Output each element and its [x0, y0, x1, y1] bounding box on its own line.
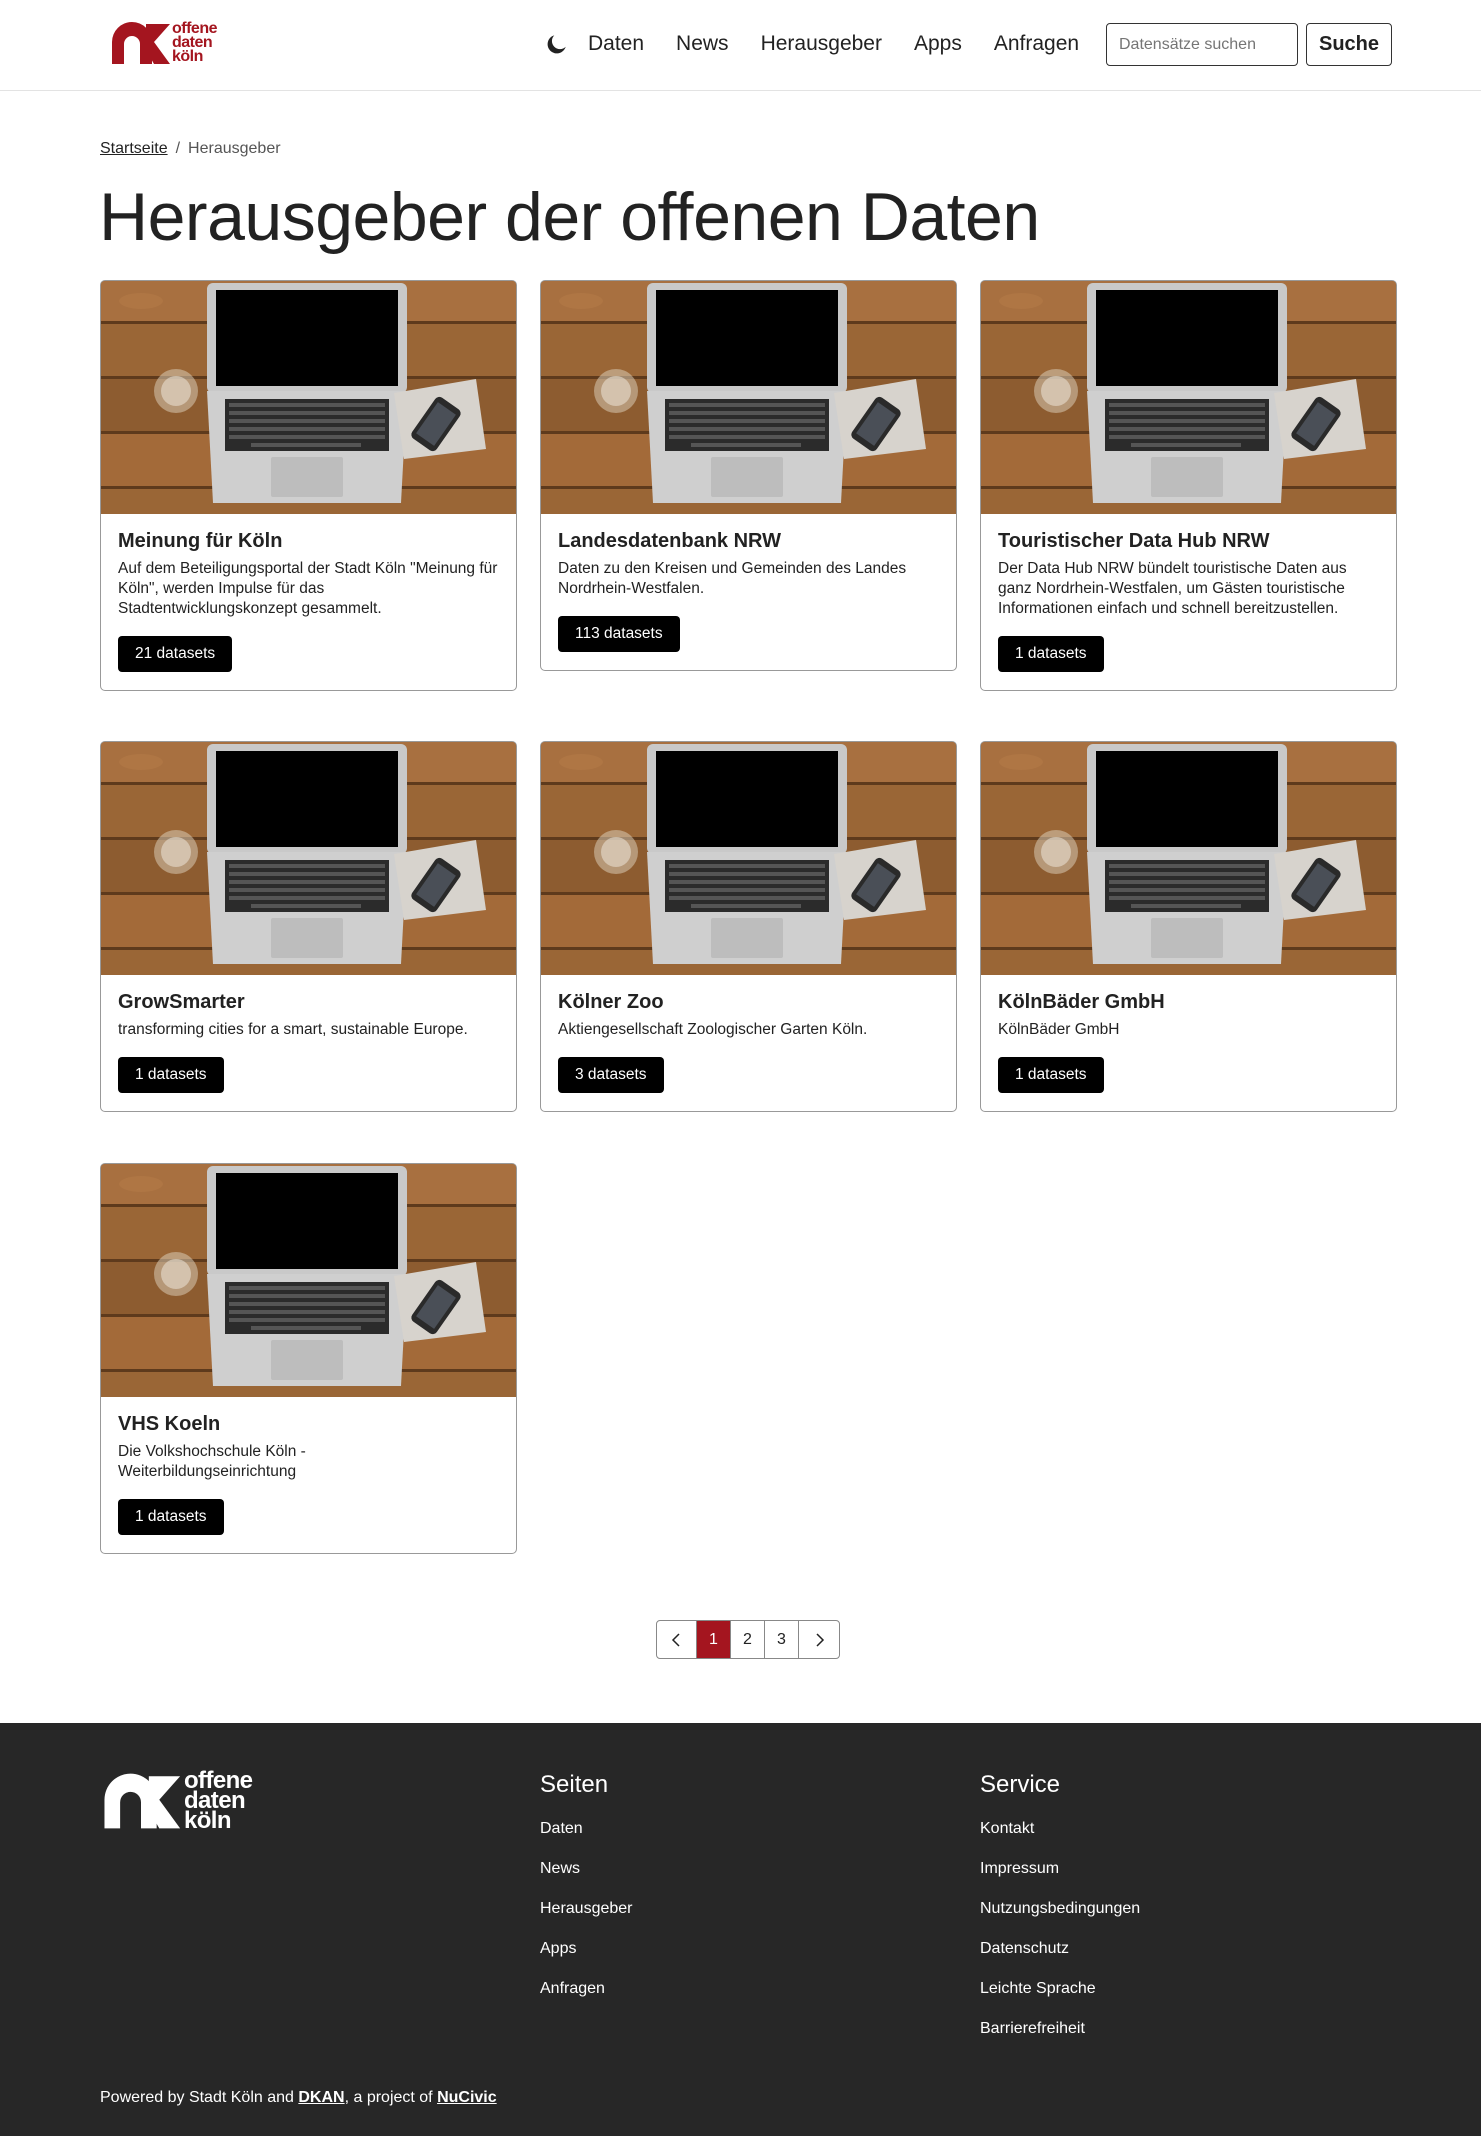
footer-link-datenschutz[interactable]: Datenschutz — [980, 1939, 1140, 1959]
card-image — [101, 1164, 516, 1397]
publisher-card-meinung[interactable]: Meinung für Köln Auf dem Beteiligungspor… — [100, 280, 517, 691]
card-image — [101, 742, 516, 975]
datasets-badge[interactable]: 21 datasets — [118, 636, 233, 672]
card-description: Die Volkshochschule Köln - Weiterbildung… — [118, 1443, 306, 1480]
footer-link-apps[interactable]: Apps — [540, 1939, 633, 1959]
footer-link-herausgeber[interactable]: Herausgeber — [540, 1899, 633, 1919]
page-title: Herausgeber der offenen Daten — [99, 179, 1040, 255]
page-1[interactable]: 1 — [697, 1621, 731, 1658]
card-description: Auf dem Beteiligungsportal der Stadt Köl… — [118, 560, 498, 617]
logo-text: offene daten köln — [172, 20, 218, 65]
footer-link-barrierefreiheit[interactable]: Barrierefreiheit — [980, 2019, 1140, 2039]
page-3[interactable]: 3 — [765, 1621, 799, 1658]
nav-news[interactable]: News — [676, 32, 729, 56]
card-title[interactable]: KölnBäder GmbH — [998, 991, 1379, 1014]
search-input[interactable] — [1106, 23, 1298, 66]
datasets-badge[interactable]: 3 datasets — [558, 1057, 664, 1093]
laptop-desk-image — [981, 742, 1396, 975]
card-title[interactable]: Landesdatenbank NRW — [558, 530, 939, 553]
chevron-left-icon[interactable] — [657, 1621, 697, 1658]
card-image — [981, 281, 1396, 514]
card-description: transforming cities for a smart, sustain… — [118, 1021, 468, 1038]
nav-anfragen[interactable]: Anfragen — [994, 32, 1079, 56]
site-header: offene daten köln Daten News Herausgeber… — [0, 0, 1481, 91]
card-description: Aktiengesellschaft Zoologischer Garten K… — [558, 1021, 868, 1038]
breadcrumb-separator: / — [175, 140, 181, 157]
card-title[interactable]: Kölner Zoo — [558, 991, 939, 1014]
card-description: KölnBäder GmbH — [998, 1021, 1120, 1038]
breadcrumb-home[interactable]: Startseite — [100, 140, 168, 157]
datasets-badge[interactable]: 1 datasets — [118, 1057, 224, 1093]
laptop-desk-image — [541, 281, 956, 514]
footer-seiten-title: Seiten — [540, 1771, 609, 1798]
nav-daten[interactable]: Daten — [588, 32, 644, 56]
card-image — [101, 281, 516, 514]
chevron-right-icon[interactable] — [799, 1621, 839, 1658]
publisher-card-koelnbaeder[interactable]: KölnBäder GmbH KölnBäder GmbH 1 datasets — [980, 741, 1397, 1112]
nucivic-link[interactable]: NuCivic — [437, 2089, 497, 2106]
search-button[interactable]: Suche — [1306, 23, 1392, 66]
card-title[interactable]: Meinung für Köln — [118, 530, 499, 553]
publisher-card-data-hub[interactable]: Touristischer Data Hub NRW Der Data Hub … — [980, 280, 1397, 691]
logo-mark-icon — [112, 22, 170, 64]
card-description: Daten zu den Kreisen und Gemeinden des L… — [558, 560, 907, 597]
footer-link-anfragen[interactable]: Anfragen — [540, 1979, 633, 1999]
dkan-link[interactable]: DKAN — [298, 2089, 344, 2106]
footer-link-kontakt[interactable]: Kontakt — [980, 1819, 1140, 1839]
breadcrumb-current: Herausgeber — [188, 140, 281, 157]
laptop-desk-image — [101, 742, 516, 975]
footer-link-news[interactable]: News — [540, 1859, 633, 1879]
footer-service-title: Service — [980, 1771, 1061, 1798]
breadcrumb: Startseite / Herausgeber — [100, 140, 281, 158]
logo-mark-icon — [104, 1773, 181, 1829]
footer-link-impressum[interactable]: Impressum — [980, 1859, 1140, 1879]
powered-by: Powered by Stadt Köln and DKAN, a projec… — [100, 2089, 497, 2106]
footer-link-daten[interactable]: Daten — [540, 1819, 633, 1839]
publisher-card-landesdatenbank[interactable]: Landesdatenbank NRW Daten zu den Kreisen… — [540, 280, 957, 671]
card-title[interactable]: GrowSmarter — [118, 991, 499, 1014]
datasets-badge[interactable]: 113 datasets — [558, 616, 680, 652]
nav-herausgeber[interactable]: Herausgeber — [761, 32, 882, 56]
laptop-desk-image — [541, 742, 956, 975]
footer-link-leichte-sprache[interactable]: Leichte Sprache — [980, 1979, 1140, 1999]
card-description: Der Data Hub NRW bündelt touristische Da… — [998, 560, 1347, 617]
card-image — [541, 281, 956, 514]
footer-logo-text: offene daten köln — [184, 1767, 253, 1834]
footer-service: Service Kontakt Impressum Nutzungsbeding… — [980, 1771, 1140, 2059]
laptop-desk-image — [981, 281, 1396, 514]
nav-apps[interactable]: Apps — [914, 32, 962, 56]
publisher-card-growsmarter[interactable]: GrowSmarter transforming cities for a sm… — [100, 741, 517, 1112]
card-image — [981, 742, 1396, 975]
footer-seiten: Seiten Daten News Herausgeber Apps Anfra… — [540, 1771, 633, 2019]
publisher-card-vhs[interactable]: VHS Koeln Die Volkshochschule Köln - Wei… — [100, 1163, 517, 1554]
main-nav: Daten News Herausgeber Apps Anfragen — [544, 22, 1111, 66]
datasets-badge[interactable]: 1 datasets — [998, 636, 1104, 672]
site-logo[interactable]: offene daten köln — [110, 20, 218, 66]
laptop-desk-image — [101, 1164, 516, 1397]
site-footer: offene daten köln Seiten Daten News Hera… — [0, 1723, 1481, 2136]
page-2[interactable]: 2 — [731, 1621, 765, 1658]
pagination: 1 2 3 — [656, 1620, 840, 1659]
laptop-desk-image — [101, 281, 516, 514]
card-title[interactable]: Touristischer Data Hub NRW — [998, 530, 1379, 553]
datasets-badge[interactable]: 1 datasets — [118, 1499, 224, 1535]
footer-logo[interactable]: offene daten köln — [100, 1767, 253, 1834]
datasets-badge[interactable]: 1 datasets — [998, 1057, 1104, 1093]
card-image — [541, 742, 956, 975]
publisher-card-zoo[interactable]: Kölner Zoo Aktiengesellschaft Zoologisch… — [540, 741, 957, 1112]
footer-link-nutzungsbedingungen[interactable]: Nutzungsbedingungen — [980, 1899, 1140, 1919]
moon-icon[interactable] — [544, 31, 570, 57]
card-title[interactable]: VHS Koeln — [118, 1413, 499, 1436]
